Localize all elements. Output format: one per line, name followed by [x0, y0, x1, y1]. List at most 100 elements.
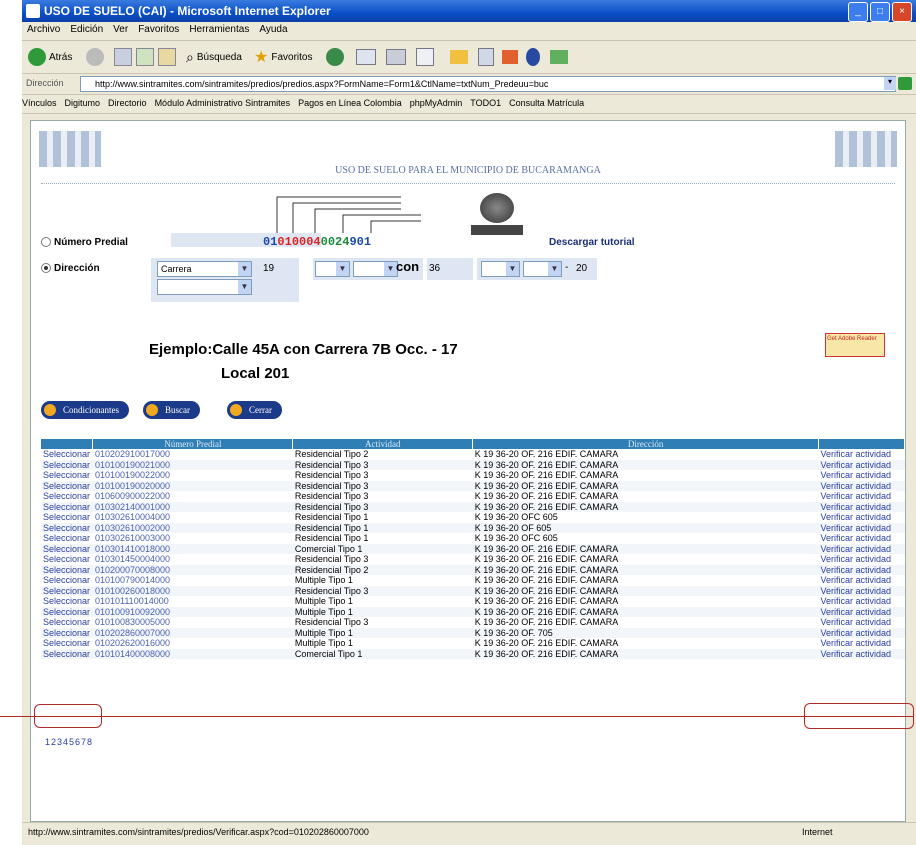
- select-link[interactable]: Seleccionar: [41, 586, 93, 597]
- verify-link[interactable]: Verificar actividad: [818, 502, 904, 513]
- select-link[interactable]: Seleccionar: [41, 638, 93, 649]
- edit-button[interactable]: [416, 47, 434, 67]
- radio-direccion[interactable]: Dirección: [41, 263, 100, 274]
- menu-item[interactable]: Favoritos: [133, 22, 184, 37]
- link-item[interactable]: TODO1: [470, 98, 501, 108]
- messenger-button[interactable]: [478, 47, 494, 67]
- radio-predial-circle[interactable]: [41, 237, 51, 248]
- shield-button[interactable]: [526, 47, 540, 67]
- select-link[interactable]: Seleccionar: [41, 481, 93, 492]
- verify-link[interactable]: Verificar actividad: [818, 628, 904, 639]
- menu-item[interactable]: Edición: [65, 22, 108, 37]
- verify-link[interactable]: Verificar actividad: [818, 575, 904, 586]
- menu-item[interactable]: Herramientas: [184, 22, 254, 37]
- header-verify: [818, 439, 906, 449]
- stop-button[interactable]: [114, 47, 132, 67]
- letter2-select[interactable]: ▼: [481, 261, 520, 277]
- table-row: Seleccionar 010302610002000 Residencial Ti…: [41, 522, 905, 534]
- menu-bar: Archivo Edición Ver Favoritos Herramientas Ay…: [22, 22, 916, 41]
- select-link[interactable]: Seleccionar: [41, 491, 93, 502]
- num1-value[interactable]: 19: [263, 263, 274, 274]
- select-link[interactable]: Seleccionar: [41, 470, 93, 481]
- num3-value[interactable]: 20: [576, 263, 587, 274]
- select-link[interactable]: Seleccionar: [41, 628, 93, 639]
- print-button[interactable]: [386, 47, 406, 67]
- refresh-button[interactable]: [136, 47, 154, 67]
- verify-link[interactable]: Verificar actividad: [818, 470, 904, 481]
- select-link[interactable]: Seleccionar: [41, 554, 93, 565]
- select-link[interactable]: Seleccionar: [41, 523, 93, 534]
- link-item[interactable]: Módulo Administrativo Sintramites: [155, 98, 291, 108]
- forward-button[interactable]: [86, 47, 104, 67]
- menu-item[interactable]: Archivo: [22, 22, 65, 37]
- num2-value[interactable]: 36: [429, 263, 440, 274]
- close-page-button[interactable]: Cerrar: [227, 401, 282, 419]
- home-button[interactable]: [158, 47, 176, 67]
- go-button[interactable]: [898, 77, 912, 90]
- verify-link[interactable]: Verificar actividad: [818, 565, 904, 576]
- link-item[interactable]: Digitumo: [65, 98, 101, 108]
- suffix2-select[interactable]: ▼: [523, 261, 562, 277]
- verify-link[interactable]: Verificar actividad: [818, 607, 904, 618]
- verify-link[interactable]: Verificar actividad: [818, 449, 904, 460]
- menu-item[interactable]: Ver: [108, 22, 133, 37]
- select-link[interactable]: Seleccionar: [41, 596, 93, 607]
- link-item[interactable]: Directorio: [108, 98, 147, 108]
- address-cell: K 19 36-20 OF. 216 EDIF. CAMARA: [474, 554, 619, 564]
- verify-link[interactable]: Verificar actividad: [818, 460, 904, 471]
- select-link[interactable]: Seleccionar: [41, 649, 93, 660]
- select-link[interactable]: Seleccionar: [41, 575, 93, 586]
- tools-button[interactable]: [502, 47, 518, 67]
- minimize-button[interactable]: _: [848, 2, 868, 22]
- verify-link[interactable]: Verificar actividad: [818, 586, 904, 597]
- folder-button[interactable]: [450, 47, 468, 67]
- adobe-reader-badge[interactable]: Get Adobe Reader: [825, 333, 885, 357]
- select-link[interactable]: Seleccionar: [41, 460, 93, 471]
- select-link[interactable]: Seleccionar: [41, 544, 93, 555]
- search-button[interactable]: ⌕ Búsqueda: [186, 47, 242, 67]
- conditions-button[interactable]: Condicionantes: [41, 401, 129, 419]
- select-link[interactable]: Seleccionar: [41, 607, 93, 618]
- verify-link[interactable]: Verificar actividad: [818, 523, 904, 534]
- verify-link[interactable]: Verificar actividad: [818, 638, 904, 649]
- select-link[interactable]: Seleccionar: [41, 502, 93, 513]
- table-row: Seleccionar 010100830005000 Residencial Ti…: [41, 617, 905, 628]
- select-link[interactable]: Seleccionar: [41, 449, 93, 460]
- verify-link[interactable]: Verificar actividad: [818, 512, 904, 523]
- address-dropdown-icon[interactable]: ▾: [884, 77, 896, 90]
- verify-link[interactable]: Verificar actividad: [818, 649, 904, 660]
- radio-direccion-circle[interactable]: [41, 263, 51, 274]
- back-button[interactable]: Atrás: [28, 47, 72, 67]
- via-type-select[interactable]: Carrera ▼: [157, 261, 252, 277]
- verify-link[interactable]: Verificar actividad: [818, 596, 904, 607]
- radio-predial[interactable]: Número Predial: [41, 237, 128, 248]
- verify-link[interactable]: Verificar actividad: [818, 533, 904, 544]
- favorites-button[interactable]: ★ Favoritos: [254, 47, 312, 67]
- history-button[interactable]: [326, 47, 344, 67]
- select-link[interactable]: Seleccionar: [41, 533, 93, 544]
- people-button[interactable]: [550, 47, 568, 67]
- link-item[interactable]: Consulta Matrícula: [509, 98, 584, 108]
- verify-link[interactable]: Verificar actividad: [818, 491, 904, 502]
- suffix1-select[interactable]: ▼: [353, 261, 398, 277]
- verify-link[interactable]: Verificar actividad: [818, 554, 904, 565]
- link-item[interactable]: phpMyAdmin: [410, 98, 463, 108]
- select-link[interactable]: Seleccionar: [41, 512, 93, 523]
- menu-item[interactable]: Ayuda: [254, 22, 292, 37]
- maximize-button[interactable]: □: [870, 2, 890, 22]
- toolbar: Atrás ⌕ Búsqueda ★ Favoritos: [22, 41, 916, 74]
- via-suffix-select[interactable]: ▼: [157, 279, 252, 295]
- download-tutorial-link[interactable]: Descargar tutorial: [549, 237, 635, 248]
- search-page-button[interactable]: Buscar: [143, 401, 200, 419]
- select-link[interactable]: Seleccionar: [41, 565, 93, 576]
- verify-link[interactable]: Verificar actividad: [818, 544, 904, 555]
- letter1-select[interactable]: ▼: [315, 261, 350, 277]
- select-link[interactable]: Seleccionar: [41, 617, 93, 628]
- address-input[interactable]: http://www.sintramites.com/sintramites/p…: [80, 76, 896, 92]
- mail-button[interactable]: [356, 47, 376, 67]
- verify-link[interactable]: Verificar actividad: [818, 481, 904, 492]
- verify-link[interactable]: Verificar actividad: [818, 617, 904, 628]
- close-button[interactable]: ×: [892, 2, 912, 22]
- link-item[interactable]: Pagos en Línea Colombia: [298, 98, 402, 108]
- pagination[interactable]: 12345678: [45, 737, 93, 747]
